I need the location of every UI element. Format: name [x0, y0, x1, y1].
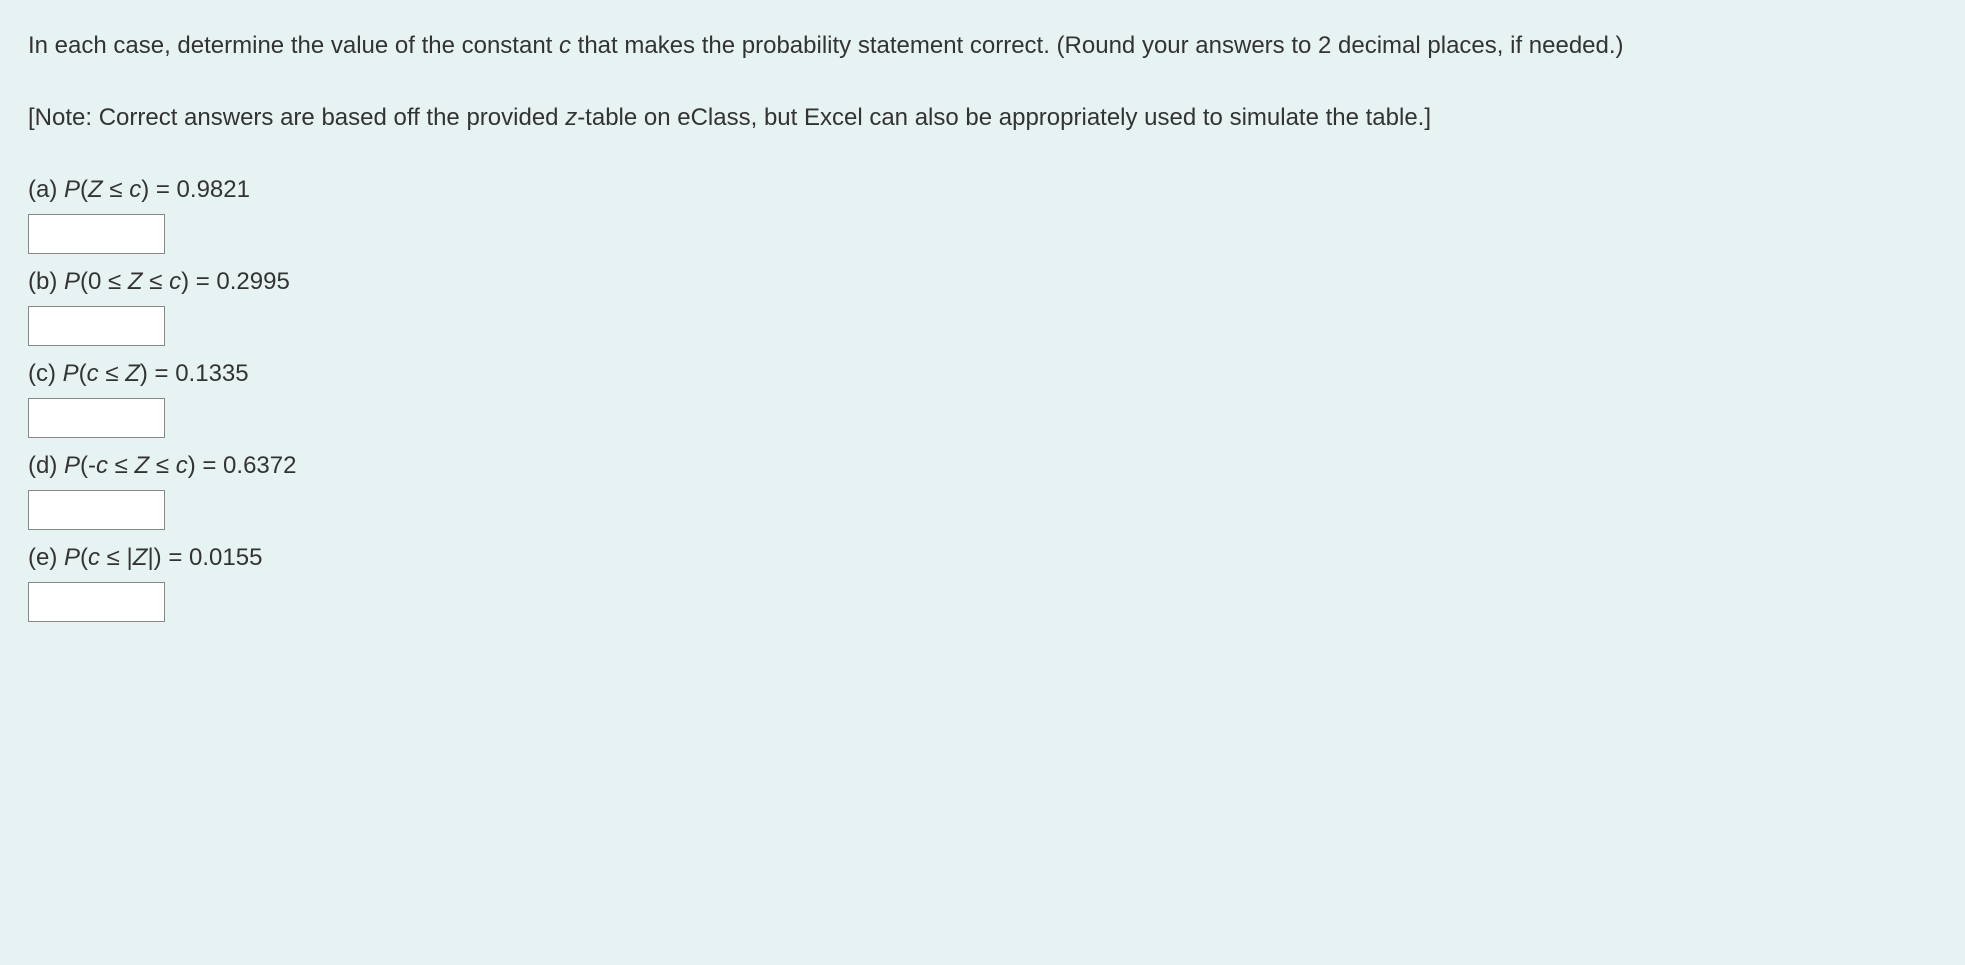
question-c: (c) P(c ≤ Z) = 0.1335	[28, 356, 1937, 438]
answer-input-d[interactable]	[28, 490, 165, 530]
question-c-eq: = 0.1335	[148, 360, 249, 387]
question-a-mid1: ≤	[103, 176, 130, 203]
intro-text-2b: -table on eClass, but Excel can also be …	[577, 104, 1431, 131]
question-a-eq: = 0.9821	[149, 176, 250, 203]
question-e: (e) P(c ≤ |Z|) = 0.0155	[28, 540, 1937, 622]
question-e-label: (e) P(c ≤ |Z|) = 0.0155	[28, 540, 1937, 576]
question-c-letter: (c)	[28, 360, 63, 387]
question-a-open: (	[80, 176, 88, 203]
intro-var-z: z	[565, 104, 577, 131]
question-d-label: (d) P(-c ≤ Z ≤ c) = 0.6372	[28, 448, 1937, 484]
question-c-c: c	[87, 360, 99, 387]
question-e-z: Z	[133, 544, 148, 571]
intro-paragraph-1: In each case, determine the value of the…	[28, 28, 1937, 64]
question-c-close: )	[140, 360, 148, 387]
question-b-p: P	[64, 268, 80, 295]
question-c-p: P	[63, 360, 79, 387]
question-b-close: )	[181, 268, 189, 295]
question-e-open: (	[80, 544, 88, 571]
question-e-p: P	[64, 544, 80, 571]
answer-input-c[interactable]	[28, 398, 165, 438]
question-d-open: (-	[80, 452, 96, 479]
question-e-close: |)	[147, 544, 161, 571]
question-b-c: c	[169, 268, 181, 295]
question-b-label: (b) P(0 ≤ Z ≤ c) = 0.2995	[28, 264, 1937, 300]
question-b-open: (0 ≤	[80, 268, 128, 295]
intro-text-2a: [Note: Correct answers are based off the…	[28, 104, 565, 131]
question-a-close: )	[141, 176, 149, 203]
question-d-eq: = 0.6372	[196, 452, 297, 479]
question-d-c2: c	[176, 452, 188, 479]
intro-var-c: c	[559, 32, 571, 59]
intro-text-1b: that makes the probability statement cor…	[571, 32, 1624, 59]
question-a-p: P	[64, 176, 80, 203]
question-d-c1: c	[96, 452, 108, 479]
question-c-open: (	[79, 360, 87, 387]
question-b-letter: (b)	[28, 268, 64, 295]
question-a-label: (a) P(Z ≤ c) = 0.9821	[28, 172, 1937, 208]
question-c-label: (c) P(c ≤ Z) = 0.1335	[28, 356, 1937, 392]
question-a: (a) P(Z ≤ c) = 0.9821	[28, 172, 1937, 254]
question-e-c: c	[88, 544, 100, 571]
answer-input-e[interactable]	[28, 582, 165, 622]
question-b-eq: = 0.2995	[189, 268, 290, 295]
question-b-z: Z	[128, 268, 143, 295]
question-b: (b) P(0 ≤ Z ≤ c) = 0.2995	[28, 264, 1937, 346]
question-d-mid1: ≤	[108, 452, 135, 479]
question-d-z: Z	[135, 452, 150, 479]
question-e-eq: = 0.0155	[162, 544, 263, 571]
question-c-mid1: ≤	[99, 360, 126, 387]
question-d-mid2: ≤	[149, 452, 176, 479]
intro-paragraph-2: [Note: Correct answers are based off the…	[28, 100, 1937, 136]
intro-text-1a: In each case, determine the value of the…	[28, 32, 559, 59]
question-e-mid1: ≤ |	[100, 544, 133, 571]
question-d-p: P	[64, 452, 80, 479]
question-a-z: Z	[88, 176, 103, 203]
answer-input-a[interactable]	[28, 214, 165, 254]
question-b-mid1: ≤	[143, 268, 170, 295]
answer-input-b[interactable]	[28, 306, 165, 346]
question-c-z: Z	[125, 360, 140, 387]
question-d: (d) P(-c ≤ Z ≤ c) = 0.6372	[28, 448, 1937, 530]
question-d-close: )	[188, 452, 196, 479]
question-e-letter: (e)	[28, 544, 64, 571]
question-a-letter: (a)	[28, 176, 64, 203]
question-d-letter: (d)	[28, 452, 64, 479]
question-a-c: c	[129, 176, 141, 203]
